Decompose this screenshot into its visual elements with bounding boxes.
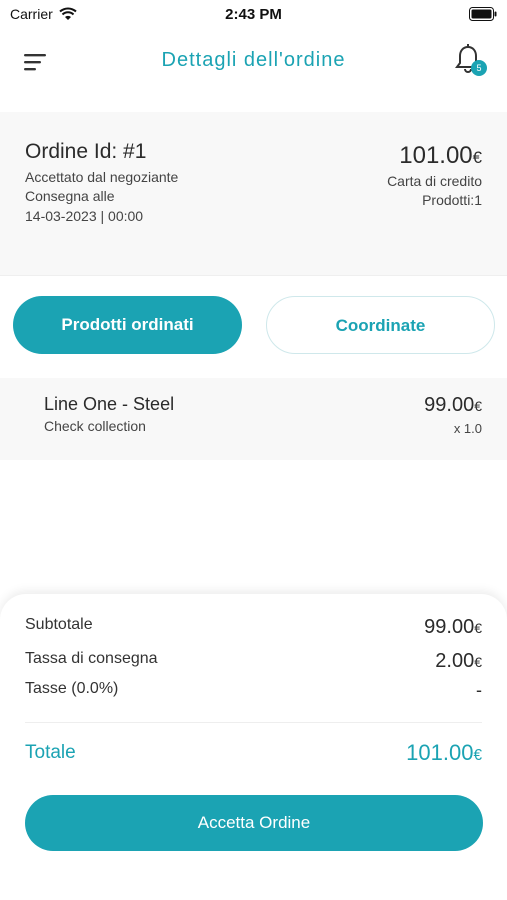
- delivery-date: 14-03-2023 | 00:00: [25, 208, 144, 224]
- products-count: Prodotti:1: [422, 192, 482, 208]
- totals-panel: Subtotale 99.00€ Tassa di consegna 2.00€…: [0, 594, 507, 900]
- page-title: Dettagli dell'ordine: [161, 49, 346, 71]
- delivery-fee-label: Tassa di consegna: [25, 650, 158, 667]
- delivery-label: Consegna alle: [25, 188, 115, 204]
- tax-label: Tasse (0.0%): [25, 680, 119, 697]
- delivery-fee-row: Tassa di consegna 2.00€: [25, 650, 482, 676]
- product-subtitle: Check collection: [44, 418, 146, 434]
- subtotal-row: Subtotale 99.00€: [25, 616, 482, 642]
- subtotal-label: Subtotale: [25, 616, 93, 633]
- order-total-amount: 101.00: [399, 142, 473, 169]
- tax-value: -: [476, 680, 482, 700]
- product-price: 99.00€: [424, 394, 482, 417]
- total-label: Totale: [25, 742, 76, 763]
- accept-order-button[interactable]: Accetta Ordine: [25, 795, 483, 851]
- list-item[interactable]: Line One - Steel Check collection 99.00€…: [0, 378, 507, 460]
- navigation-bar: Dettagli dell'ordine 5: [0, 40, 507, 84]
- product-name: Line One - Steel: [44, 394, 175, 414]
- currency-symbol: €: [474, 654, 482, 670]
- tab-ordered-products[interactable]: Prodotti ordinati: [13, 296, 242, 354]
- currency-symbol: €: [474, 398, 482, 414]
- tab-coordinates[interactable]: Coordinate: [266, 296, 495, 354]
- payment-method: Carta di credito: [387, 173, 482, 189]
- notifications-button[interactable]: 5: [455, 44, 487, 78]
- currency-symbol: €: [474, 620, 482, 636]
- order-total: 101.00€: [399, 142, 482, 170]
- product-quantity: x 1.0: [453, 421, 482, 436]
- tax-row: Tasse (0.0%) -: [25, 680, 482, 706]
- delivery-fee-amount: 2.00: [435, 650, 475, 672]
- divider: [25, 722, 482, 723]
- product-price-amount: 99.00: [424, 394, 475, 416]
- subtotal-amount: 99.00: [424, 616, 475, 638]
- total-amount: 101.00: [406, 740, 474, 765]
- currency-symbol: €: [472, 148, 482, 167]
- clock: 2:43 PM: [225, 6, 282, 23]
- battery-icon: [469, 7, 497, 21]
- currency-symbol: €: [473, 747, 482, 764]
- order-id: Ordine Id: #1: [25, 140, 147, 163]
- order-status: Accettato dal negoziante: [25, 169, 179, 185]
- subtotal-value: 99.00€: [424, 616, 482, 639]
- delivery-fee-value: 2.00€: [435, 650, 482, 673]
- notifications-badge: 5: [471, 60, 487, 76]
- status-bar: Carrier 2:43 PM: [0, 0, 507, 28]
- tab-bar: Prodotti ordinati Coordinate: [0, 296, 507, 356]
- order-summary-card: Ordine Id: #1 Accettato dal negoziante C…: [0, 112, 507, 276]
- total-value: 101.00€: [406, 740, 482, 766]
